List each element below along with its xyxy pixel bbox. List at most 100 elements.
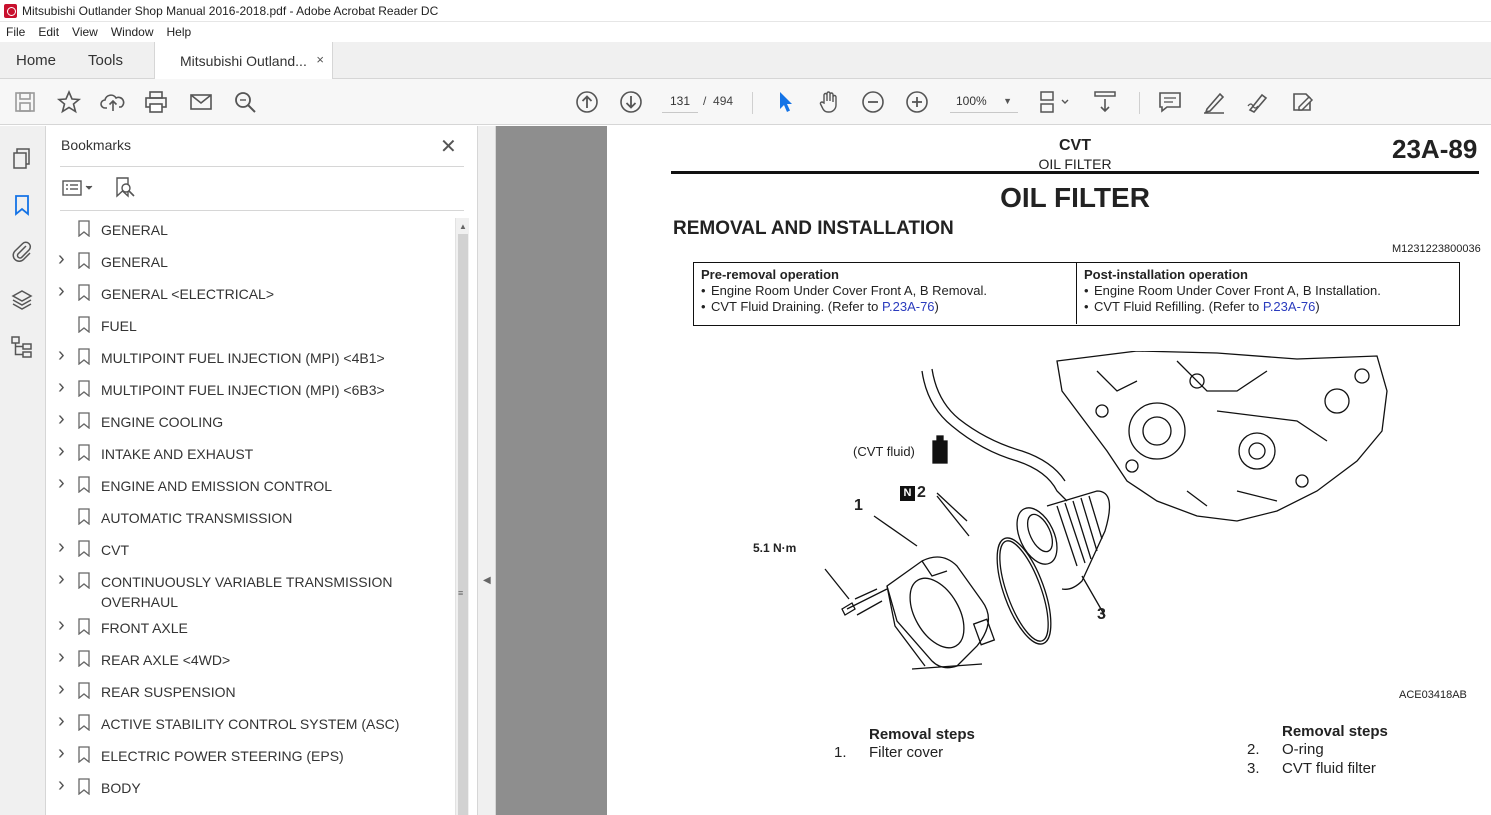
chevron-right-icon[interactable]: › xyxy=(58,248,68,271)
removal-step: 3. CVT fluid filter xyxy=(1247,760,1376,777)
chevron-right-icon[interactable]: › xyxy=(58,710,68,733)
zoom-in-icon[interactable] xyxy=(904,89,930,115)
page-heading: OIL FILTER xyxy=(1000,182,1150,213)
callout-2: 2 xyxy=(917,484,926,501)
zoom-out-icon[interactable] xyxy=(860,89,886,115)
bookmark-flag-icon xyxy=(78,508,90,526)
zoom-level-select[interactable]: 100% ▼ xyxy=(950,90,1018,113)
collapse-panel-icon[interactable]: ◀ xyxy=(483,575,491,586)
post-installation-column: Post-installation operation Engine Room … xyxy=(1077,263,1458,324)
menu-window[interactable]: Window xyxy=(111,25,154,39)
comment-icon[interactable] xyxy=(1157,89,1183,115)
bookmark-label: REAR SUSPENSION xyxy=(101,684,236,700)
document-code: M1231223800036 xyxy=(1392,243,1481,255)
bookmark-flag-icon xyxy=(78,650,90,668)
bookmark-icon[interactable] xyxy=(10,193,36,219)
print-icon[interactable] xyxy=(143,89,169,115)
chevron-right-icon[interactable]: › xyxy=(58,646,68,669)
oil-filter-diagram xyxy=(824,351,1388,670)
scrollbar-grip-icon: ≡ xyxy=(458,588,464,598)
bookmark-label: REAR AXLE <4WD> xyxy=(101,652,231,668)
menu-edit[interactable]: Edit xyxy=(38,25,59,39)
page-number-input[interactable]: 131 xyxy=(662,90,698,113)
layers-icon[interactable] xyxy=(10,288,36,314)
attachment-icon[interactable] xyxy=(10,239,36,265)
chevron-right-icon[interactable]: › xyxy=(58,280,68,303)
hand-tool-icon[interactable] xyxy=(816,89,842,115)
next-page-icon[interactable] xyxy=(618,89,644,115)
bookmark-flag-icon xyxy=(78,618,90,636)
mail-icon[interactable] xyxy=(188,89,214,115)
post-installation-item: Engine Room Under Cover Front A, B Insta… xyxy=(1084,283,1451,299)
edit-pdf-icon[interactable] xyxy=(1289,89,1315,115)
sign-pen-icon[interactable] xyxy=(1245,89,1271,115)
bookmark-label: ACTIVE STABILITY CONTROL SYSTEM (ASC) xyxy=(101,716,400,732)
bookmarks-scrollbar[interactable]: ▲ ≡ xyxy=(455,218,469,815)
chevron-right-icon[interactable]: › xyxy=(58,614,68,637)
chevron-down-icon: ▼ xyxy=(1003,96,1012,106)
bookmark-label: GENERAL xyxy=(101,254,168,270)
document-viewer[interactable]: CVT OIL FILTER 23A-89 OIL FILTER REMOVAL… xyxy=(496,126,1491,815)
callout-3: 3 xyxy=(1097,606,1106,623)
chevron-right-icon[interactable]: › xyxy=(58,344,68,367)
bookmark-label: ENGINE AND EMISSION CONTROL xyxy=(101,478,333,494)
select-cursor-icon[interactable] xyxy=(772,89,798,115)
chevron-right-icon[interactable]: › xyxy=(58,568,68,591)
chevron-right-icon[interactable]: › xyxy=(58,376,68,399)
reference-link[interactable]: P.23A-76 xyxy=(1263,299,1316,314)
menu-file[interactable]: File xyxy=(6,25,25,39)
chevron-right-icon[interactable]: › xyxy=(58,678,68,701)
title-bar: Mitsubishi Outlander Shop Manual 2016-20… xyxy=(0,0,1491,22)
save-icon[interactable] xyxy=(12,89,38,115)
scrollbar-thumb[interactable] xyxy=(458,234,468,815)
figure-code: ACE03418AB xyxy=(1399,689,1467,701)
upload-cloud-icon[interactable] xyxy=(100,89,126,115)
page-layout-icon[interactable] xyxy=(1038,89,1072,115)
bookmark-flag-icon xyxy=(78,714,90,732)
page-section-title: CVT xyxy=(1059,137,1091,154)
chevron-right-icon[interactable]: › xyxy=(58,472,68,495)
menu-view[interactable]: View xyxy=(72,25,98,39)
tab-tools[interactable]: Tools xyxy=(88,42,123,79)
menu-help[interactable]: Help xyxy=(167,25,192,39)
bookmark-flag-icon xyxy=(78,540,90,558)
n-badge-icon: N xyxy=(900,486,915,501)
scroll-mode-icon[interactable] xyxy=(1092,89,1118,115)
tab-document[interactable]: Mitsubishi Outland... × xyxy=(154,42,333,79)
scroll-up-icon[interactable]: ▲ xyxy=(459,222,467,231)
chevron-right-icon[interactable]: › xyxy=(58,774,68,797)
find-bookmark-icon[interactable] xyxy=(114,176,136,205)
window-title: Mitsubishi Outlander Shop Manual 2016-20… xyxy=(22,3,439,18)
tags-tree-icon[interactable] xyxy=(10,335,36,361)
pre-removal-item: Engine Room Under Cover Front A, B Remov… xyxy=(701,283,1069,299)
fluid-label: (CVT fluid) xyxy=(853,444,915,459)
removal-step: 1. Filter cover xyxy=(834,744,944,761)
previous-page-icon[interactable] xyxy=(574,89,600,115)
chevron-right-icon[interactable]: › xyxy=(58,408,68,431)
close-icon[interactable]: ✕ xyxy=(440,134,457,159)
bookmark-label: ENGINE COOLING xyxy=(101,414,224,430)
bookmark-flag-icon xyxy=(78,746,90,764)
bookmark-flag-icon xyxy=(78,572,90,590)
pre-removal-column: Pre-removal operation Engine Room Under … xyxy=(694,263,1077,324)
bookmark-flag-icon xyxy=(78,476,90,494)
chevron-right-icon[interactable]: › xyxy=(58,742,68,765)
bookmark-label: MULTIPOINT FUEL INJECTION (MPI) <4B1> xyxy=(101,350,385,366)
reference-link[interactable]: P.23A-76 xyxy=(882,299,935,314)
star-icon[interactable] xyxy=(56,89,82,115)
tab-home[interactable]: Home xyxy=(16,42,56,79)
chevron-right-icon[interactable]: › xyxy=(58,536,68,559)
chevron-right-icon[interactable]: › xyxy=(58,440,68,463)
page-subheading: REMOVAL AND INSTALLATION xyxy=(673,218,954,239)
page-count: / 494 xyxy=(703,94,734,108)
panel-splitter[interactable]: ◀ xyxy=(478,126,496,815)
case-gasket-outline xyxy=(921,370,1068,502)
bookmark-options-icon[interactable] xyxy=(62,178,96,203)
bookmarks-panel: Bookmarks ✕ GENERAL › GENERAL › GENERAL <ELE… xyxy=(46,126,478,815)
page-thumbnails-icon[interactable] xyxy=(10,146,36,172)
bookmark-label: AUTOMATIC TRANSMISSION xyxy=(101,510,293,526)
highlight-pen-icon[interactable] xyxy=(1201,89,1227,115)
bookmark-label: CONTINUOUSLY VARIABLE TRANSMISSION OVERH… xyxy=(101,574,393,610)
tab-close-icon[interactable]: × xyxy=(316,52,324,67)
search-zoom-icon[interactable] xyxy=(232,89,258,115)
